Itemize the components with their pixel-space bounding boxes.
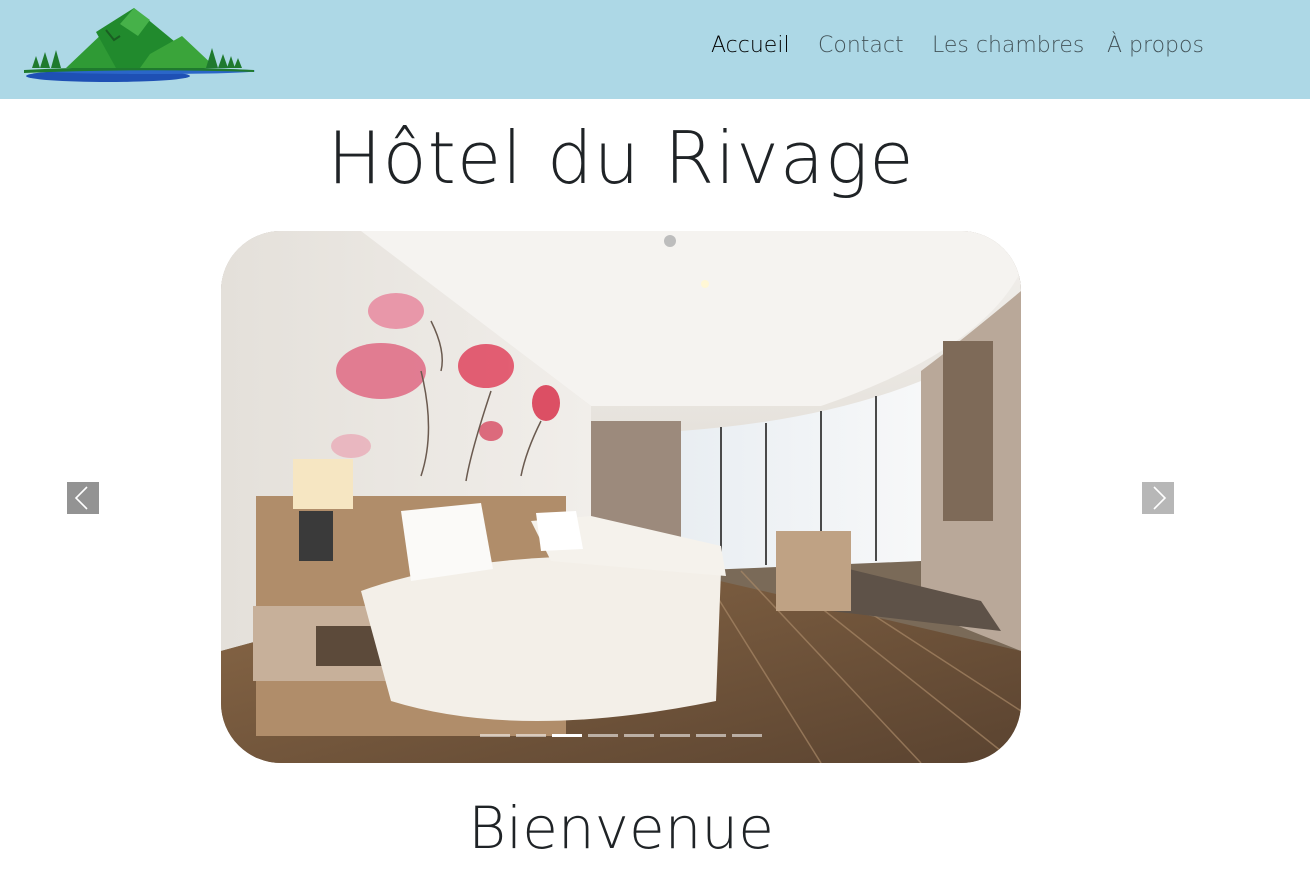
chevron-left-icon xyxy=(74,486,88,510)
chevron-right-icon xyxy=(1153,486,1167,510)
nav-link-about[interactable]: À propos xyxy=(1107,33,1204,58)
hotel-room-photo xyxy=(221,231,1021,763)
main-nav: Accueil Contact Les chambres À propos xyxy=(0,33,1310,69)
page-title: Hôtel du Rivage xyxy=(327,116,915,200)
top-navbar: Accueil Contact Les chambres À propos xyxy=(0,0,1310,99)
nav-link-home[interactable]: Accueil xyxy=(711,33,790,58)
nav-link-contact[interactable]: Contact xyxy=(818,33,904,58)
carousel-indicator[interactable] xyxy=(516,734,546,737)
room-carousel xyxy=(221,231,1021,763)
welcome-heading: Bienvenue xyxy=(468,794,774,862)
carousel-indicators xyxy=(480,734,770,738)
carousel-prev-button[interactable] xyxy=(67,482,99,514)
carousel-indicator[interactable] xyxy=(696,734,726,737)
carousel-indicator[interactable] xyxy=(732,734,762,737)
carousel-indicator[interactable] xyxy=(660,734,690,737)
carousel-indicator[interactable] xyxy=(624,734,654,737)
carousel-next-button[interactable] xyxy=(1142,482,1174,514)
carousel-indicator-active[interactable] xyxy=(552,734,582,737)
carousel-indicator[interactable] xyxy=(480,734,510,737)
carousel-indicator[interactable] xyxy=(588,734,618,737)
nav-link-rooms[interactable]: Les chambres xyxy=(932,33,1084,58)
